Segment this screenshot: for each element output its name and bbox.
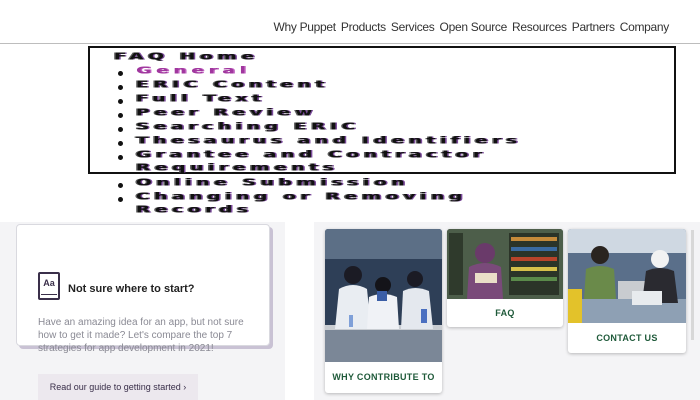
faq-item-eric-content[interactable]: ERIC Content xyxy=(136,79,329,90)
bullet-icon xyxy=(118,183,123,188)
study-photo-icon xyxy=(568,229,686,323)
faq-item-grantee[interactable]: Grantee and Contractor xyxy=(136,149,487,160)
read-guide-button[interactable]: Read our guide to getting started › xyxy=(38,374,198,400)
faq-home-link[interactable]: FAQ Home xyxy=(114,51,259,62)
faq-item-searching-eric[interactable]: Searching ERIC xyxy=(136,121,360,132)
library-photo-icon xyxy=(447,229,563,299)
nav-link-partners[interactable]: Partners xyxy=(572,20,615,34)
gallery-scrollbar[interactable] xyxy=(691,230,694,340)
faq-item-changing-removing[interactable]: Changing or Removing xyxy=(136,191,467,202)
nav-link-products[interactable]: Products xyxy=(341,20,386,34)
faq-item-full-text[interactable]: Full Text xyxy=(136,93,266,104)
tile-label: FAQ xyxy=(495,308,515,318)
bullet-icon xyxy=(118,197,123,202)
faq-item-online-submission[interactable]: Online Submission xyxy=(136,177,409,188)
faq-item-records[interactable]: Records xyxy=(136,204,253,215)
nav-link-resources[interactable]: Resources xyxy=(512,20,567,34)
faq-item-peer-review[interactable]: Peer Review xyxy=(136,107,317,118)
tile-faq[interactable]: FAQ xyxy=(447,229,563,327)
top-navigation: Why Puppet Products Services Open Source… xyxy=(0,0,700,44)
tile-why-contribute[interactable]: WHY CONTRIBUTE TO HU? xyxy=(325,229,442,393)
faq-item-general[interactable]: General xyxy=(136,65,250,76)
lab-photo-icon xyxy=(325,229,442,362)
faq-item-requirements[interactable]: Requirements xyxy=(136,162,339,173)
nav-link-services[interactable]: Services xyxy=(391,20,435,34)
tile-label: CONTACT US xyxy=(596,333,658,343)
book-icon: Aa xyxy=(38,272,60,300)
nav-link-company[interactable]: Company xyxy=(620,20,670,34)
tile-contact[interactable]: CONTACT US xyxy=(568,229,686,353)
nav-link-open-source[interactable]: Open Source xyxy=(440,20,508,34)
card-body: Have an amazing idea for an app, but not… xyxy=(38,317,244,354)
nav-links: Why Puppet Products Services Open Source… xyxy=(271,20,669,34)
faq-item-thesaurus[interactable]: Thesaurus and Identifiers xyxy=(136,135,522,146)
card-title: Not sure where to start? xyxy=(68,283,195,295)
tile-label: WHY CONTRIBUTE TO HU? xyxy=(332,372,435,382)
nav-link-why-puppet[interactable]: Why Puppet xyxy=(273,20,336,34)
